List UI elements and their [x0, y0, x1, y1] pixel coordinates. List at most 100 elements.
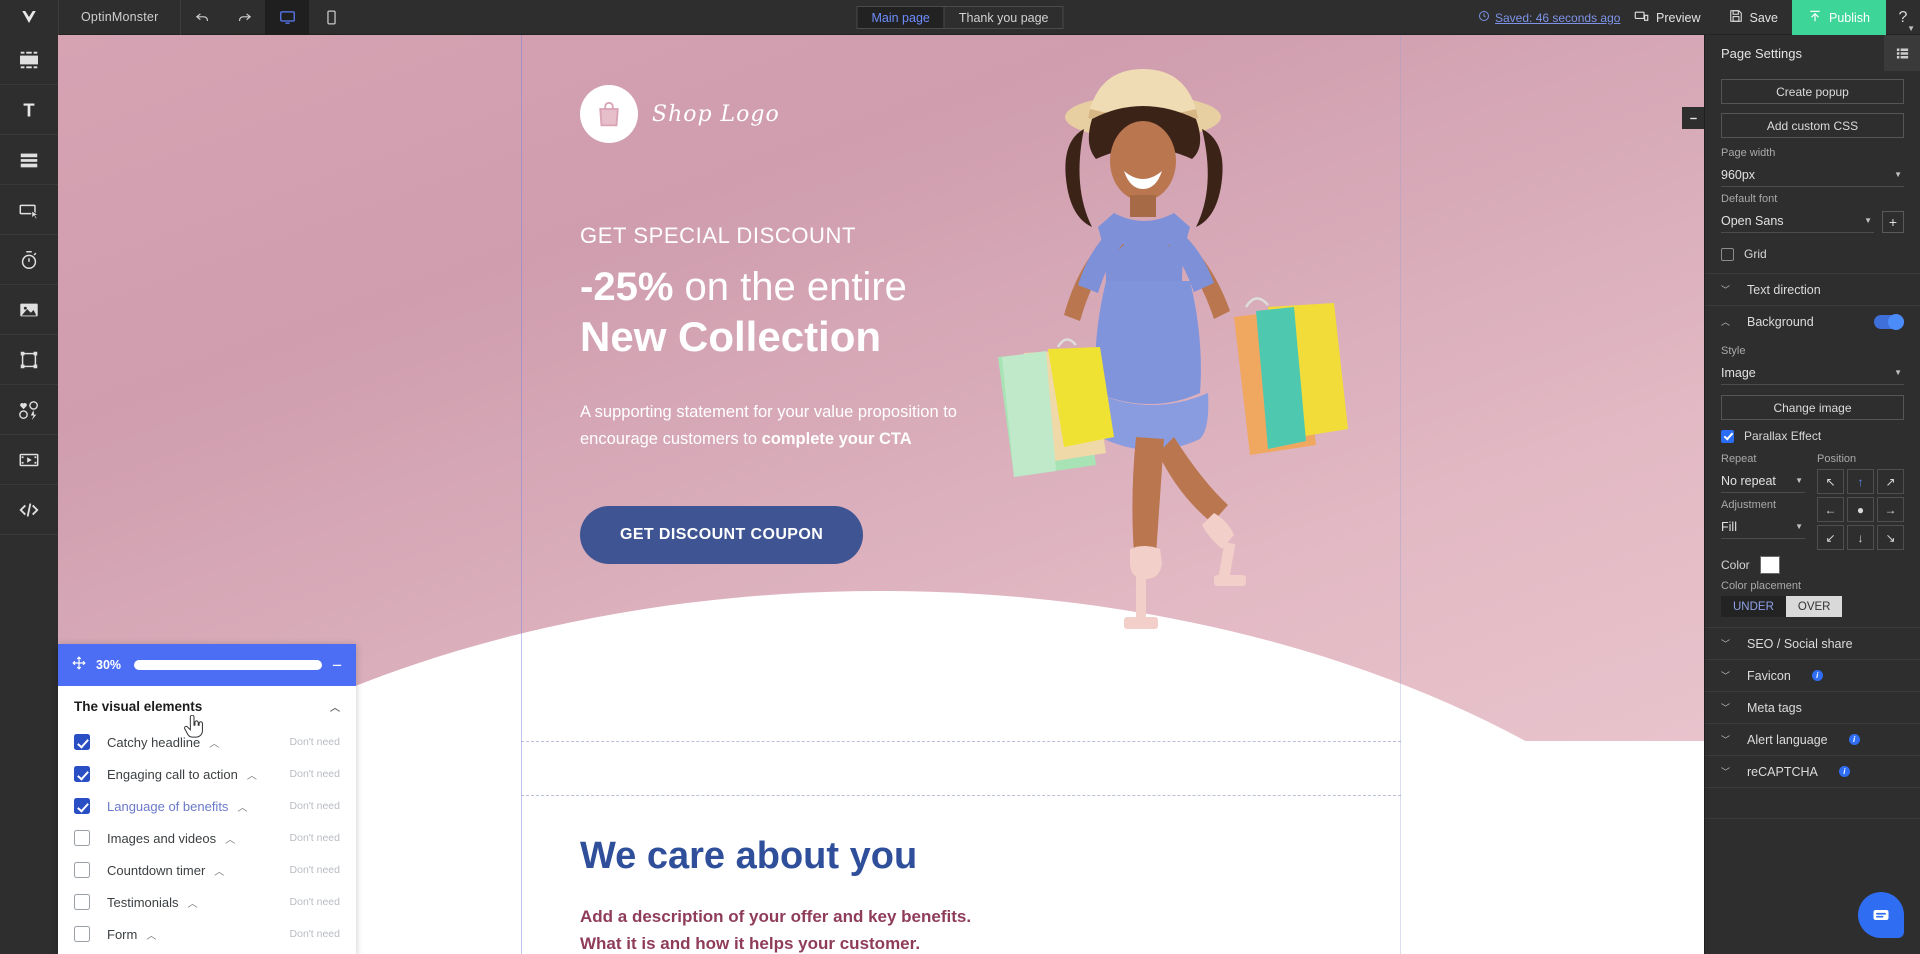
parallax-checkbox[interactable]: [1721, 429, 1734, 443]
placement-over-option[interactable]: OVER: [1785, 596, 1843, 617]
info-icon[interactable]: i: [1838, 766, 1850, 777]
progress-checklist-widget[interactable]: 30% − The visual elements ︿ Catchy headl…: [58, 644, 356, 954]
chevron-up-icon[interactable]: ︿: [146, 927, 156, 942]
position-cell-middle-right[interactable]: →: [1877, 497, 1904, 522]
sidebar-item-shape[interactable]: [0, 335, 58, 385]
section-seo-social-share[interactable]: ﹀ SEO / Social share: [1705, 627, 1920, 659]
checklist-section-title[interactable]: The visual elements ︿: [58, 686, 356, 726]
help-button[interactable]: ? ▼: [1886, 0, 1920, 35]
position-cell-middle-left[interactable]: ←: [1817, 497, 1844, 522]
position-cell-top-right[interactable]: ↗: [1877, 469, 1904, 494]
shop-logo[interactable]: Shop Logo: [580, 85, 780, 143]
checkbox[interactable]: [74, 798, 90, 814]
get-discount-coupon-button[interactable]: GET DISCOUNT COUPON: [580, 505, 864, 564]
dont-need-link[interactable]: Don't need: [290, 736, 340, 748]
checkbox[interactable]: [74, 766, 90, 782]
chevron-down-icon: ﹀: [1721, 671, 1731, 681]
checklist-header[interactable]: 30% −: [58, 644, 356, 686]
redo-icon[interactable]: [223, 0, 265, 35]
section-background[interactable]: ︿ Background: [1705, 305, 1920, 337]
repeat-select[interactable]: No repeat ▼: [1721, 469, 1805, 493]
save-button[interactable]: Save: [1715, 0, 1793, 35]
mobile-view-icon[interactable]: [309, 0, 353, 35]
dont-need-link[interactable]: Don't need: [290, 768, 340, 780]
list-item[interactable]: Form ︿ Don't need: [58, 918, 356, 950]
saved-status[interactable]: Saved: 46 seconds ago: [1478, 10, 1620, 25]
hero-section[interactable]: Shop Logo GET SPECIAL DISCOUNT -25% on t…: [58, 35, 1704, 741]
checkbox[interactable]: [74, 734, 90, 750]
desktop-view-icon[interactable]: [265, 0, 310, 35]
dont-need-link[interactable]: Don't need: [290, 864, 340, 876]
list-item[interactable]: Testimonials ︿ Don't need: [58, 886, 356, 918]
change-image-button[interactable]: Change image: [1721, 395, 1904, 420]
section-text-direction[interactable]: ﹀ Text direction: [1705, 273, 1920, 305]
create-popup-button[interactable]: Create popup: [1721, 79, 1904, 104]
minimize-icon[interactable]: −: [332, 657, 342, 674]
list-item[interactable]: Images and videos ︿ Don't need: [58, 822, 356, 854]
add-custom-css-button[interactable]: Add custom CSS: [1721, 113, 1904, 138]
sidebar-item-blocks[interactable]: [0, 35, 58, 85]
grid-checkbox-row[interactable]: Grid: [1721, 247, 1904, 261]
dont-need-link[interactable]: Don't need: [290, 832, 340, 844]
page-width-select[interactable]: 960px ▼: [1721, 163, 1904, 187]
chevron-up-icon[interactable]: ︿: [188, 895, 198, 910]
list-item[interactable]: Language of benefits ︿ Don't need: [58, 790, 356, 822]
chevron-up-icon[interactable]: ︿: [214, 863, 224, 878]
sidebar-item-video[interactable]: [0, 435, 58, 485]
dont-need-link[interactable]: Don't need: [290, 928, 340, 940]
list-item[interactable]: Engaging call to action ︿ Don't need: [58, 758, 356, 790]
section-meta-tags[interactable]: ﹀ Meta tags: [1705, 691, 1920, 723]
section-favicon[interactable]: ﹀ Favicon i: [1705, 659, 1920, 691]
sidebar-item-button[interactable]: [0, 185, 58, 235]
default-font-select[interactable]: Open Sans ▼: [1721, 209, 1874, 233]
checkbox[interactable]: [74, 926, 90, 942]
sidebar-item-code[interactable]: [0, 485, 58, 535]
position-cell-bottom-left[interactable]: ↙: [1817, 525, 1844, 550]
position-cell-bottom-right[interactable]: ↘: [1877, 525, 1904, 550]
sidebar-item-text[interactable]: T: [0, 85, 58, 135]
undo-icon[interactable]: [181, 0, 223, 35]
preview-button[interactable]: Preview: [1620, 0, 1714, 35]
list-view-icon[interactable]: [1884, 35, 1920, 71]
sidebar-item-image[interactable]: [0, 285, 58, 335]
plus-icon[interactable]: +: [1882, 211, 1904, 233]
position-cell-top-left[interactable]: ↖: [1817, 469, 1844, 494]
list-item[interactable]: Countdown timer ︿ Don't need: [58, 854, 356, 886]
sidebar-item-icons[interactable]: [0, 385, 58, 435]
hero-headline-rest: on the entire: [673, 265, 907, 309]
collapse-panel-button[interactable]: [1682, 107, 1704, 129]
checkbox[interactable]: [74, 830, 90, 846]
chevron-up-icon[interactable]: ︿: [330, 699, 340, 714]
dont-need-link[interactable]: Don't need: [290, 800, 340, 812]
tab-thank-you-page[interactable]: Thank you page: [943, 5, 1064, 29]
chevron-up-icon[interactable]: ︿: [209, 735, 219, 750]
grid-checkbox[interactable]: [1721, 247, 1734, 261]
position-cell-top-center[interactable]: ↑: [1847, 469, 1874, 494]
adjustment-select[interactable]: Fill ▼: [1721, 515, 1805, 539]
chat-bubble-icon[interactable]: [1858, 892, 1904, 938]
dont-need-link[interactable]: Don't need: [290, 896, 340, 908]
section-recaptcha[interactable]: ﹀ reCAPTCHA i: [1705, 755, 1920, 787]
info-icon[interactable]: i: [1811, 670, 1823, 681]
position-cell-bottom-center[interactable]: ↓: [1847, 525, 1874, 550]
list-item[interactable]: Catchy headline ︿ Don't need: [58, 726, 356, 758]
info-icon[interactable]: i: [1848, 734, 1860, 745]
style-select[interactable]: Image ▼: [1721, 361, 1904, 385]
background-toggle[interactable]: [1874, 313, 1904, 330]
optinmonster-logo-icon[interactable]: [0, 0, 58, 35]
tab-main-page[interactable]: Main page: [856, 5, 944, 29]
chevron-up-icon[interactable]: ︿: [237, 799, 247, 814]
checkbox[interactable]: [74, 894, 90, 910]
sidebar-item-timer[interactable]: [0, 235, 58, 285]
publish-button[interactable]: Publish: [1792, 0, 1886, 35]
color-swatch[interactable]: [1759, 556, 1780, 574]
chevron-up-icon[interactable]: ︿: [225, 831, 235, 846]
checkbox[interactable]: [74, 862, 90, 878]
parallax-checkbox-row[interactable]: Parallax Effect: [1721, 429, 1904, 443]
position-cell-middle-center[interactable]: ●: [1847, 497, 1874, 522]
sidebar-item-rows[interactable]: [0, 135, 58, 185]
move-handle-icon[interactable]: [72, 655, 86, 675]
chevron-up-icon[interactable]: ︿: [247, 767, 257, 782]
placement-under-option[interactable]: UNDER: [1721, 596, 1786, 617]
section-alert-language[interactable]: ﹀ Alert language i: [1705, 723, 1920, 755]
